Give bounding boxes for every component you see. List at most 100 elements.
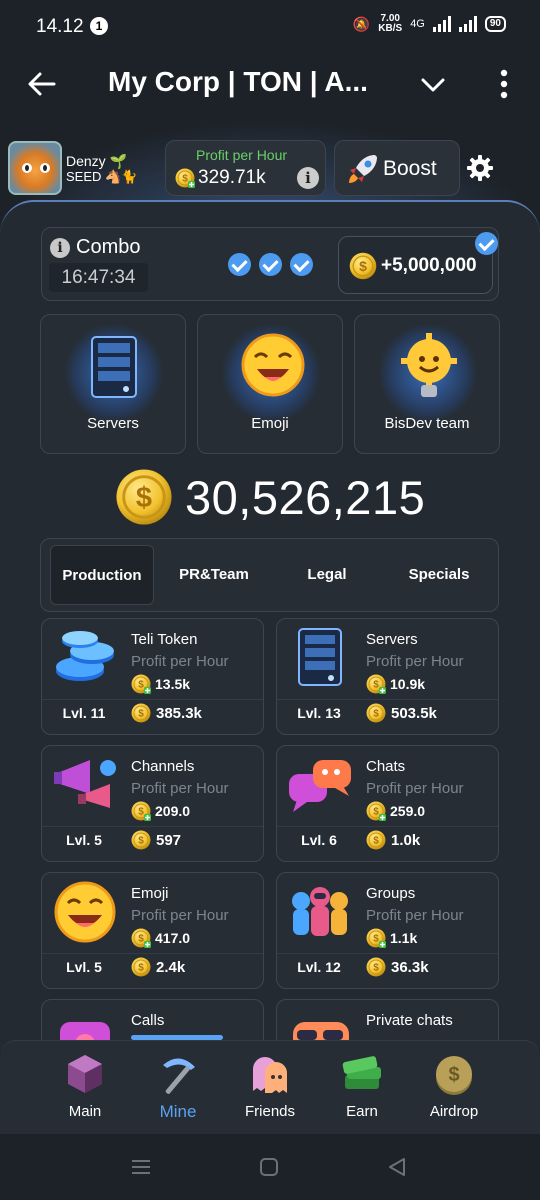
upgrade-cost-value: 2.4k (156, 958, 186, 976)
upgrade-cost-value: 36.3k (391, 958, 429, 976)
nav-main[interactable]: Main (40, 1047, 130, 1129)
combo-card-label: Servers (87, 415, 139, 432)
upgrade-profit: 209.0 (131, 801, 190, 821)
upgrade-card-teli-token[interactable]: Teli Token Profit per Hour 13.5k Lvl. 11… (41, 618, 264, 735)
upgrade-profit-value: 13.5k (155, 676, 191, 692)
coin-icon (366, 801, 386, 821)
upgrade-cost-value: 385.3k (156, 704, 202, 722)
tab-production[interactable]: Production (50, 545, 154, 605)
upgrade-profit: 417.0 (131, 928, 190, 948)
network-speed: 7.00 KB/S (378, 14, 402, 34)
screen: 14.12 1 🔕 7.00 KB/S 4G 90 My Corp | TON |… (0, 0, 540, 1200)
combo-reward: +5,000,000 (338, 232, 498, 294)
upgrade-card-groups[interactable]: Groups Profit per Hour 1.1k Lvl. 12 36.3… (276, 872, 499, 989)
coin-icon (349, 252, 377, 280)
upgrade-name: Calls (131, 1012, 165, 1029)
combo-card-label: BisDev team (384, 415, 470, 432)
network-type: 4G (410, 18, 425, 30)
combo-cards: Servers Emoji BisDev team (40, 314, 500, 454)
upgrade-name: Groups (366, 885, 416, 902)
daily-combo[interactable]: i Combo 16:47:34 +5,000,000 (41, 227, 499, 301)
upgrade-name: Chats (366, 758, 406, 775)
user-level: SEED 🐴🐈 (66, 169, 138, 184)
upgrade-profit-value: 10.9k (390, 676, 426, 692)
nav-mine[interactable]: Mine (133, 1047, 223, 1129)
bell-muted-icon: 🔕 (352, 15, 371, 32)
check-icon (290, 253, 313, 276)
coin-icon (131, 928, 151, 948)
combo-card-servers[interactable]: Servers (40, 314, 186, 454)
nav-label: Main (68, 1103, 102, 1120)
token-stack-icon (56, 631, 114, 681)
upgrade-subtitle: Profit per Hour (131, 780, 229, 797)
back-arrow-icon[interactable] (26, 68, 58, 100)
upgrade-level: Lvl. 11 (62, 705, 106, 721)
money-stack-icon (342, 1056, 381, 1089)
notification-count-badge: 1 (90, 17, 108, 35)
info-icon[interactable]: i (297, 167, 319, 189)
tab-pr-team[interactable]: PR&Team (166, 545, 262, 605)
balance-value: 30,526,215 (185, 470, 426, 524)
upgrade-profit-value: 209.0 (155, 803, 191, 819)
status-bar: 14.12 1 🔕 7.00 KB/S 4G 90 (0, 0, 540, 54)
battery-icon: 90 (484, 16, 506, 32)
upgrade-level: Lvl. 5 (66, 832, 102, 848)
chevron-down-icon[interactable] (418, 70, 448, 100)
upgrade-card-servers[interactable]: Servers Profit per Hour 10.9k Lvl. 13 50… (276, 618, 499, 735)
upgrade-name: Teli Token (131, 631, 198, 648)
upgrade-cost-value: 597 (156, 831, 182, 849)
coin-icon (131, 830, 151, 850)
user-name: Denzy 🌱 (66, 153, 128, 169)
cube-icon (68, 1055, 102, 1093)
chat-bubbles-icon (289, 760, 351, 812)
coin-icon (366, 928, 386, 948)
svg-text:$: $ (448, 1064, 459, 1086)
upgrade-cost: 2.4k (131, 957, 185, 977)
boost-button[interactable]: Boost (334, 140, 460, 196)
upgrade-subtitle: Profit per Hour (366, 653, 464, 670)
back-triangle-icon[interactable] (386, 1156, 408, 1178)
upgrade-profit-value: 1.1k (390, 930, 418, 946)
upgrade-name: Emoji (131, 885, 169, 902)
coin-icon: $ (436, 1056, 472, 1095)
upgrade-profit-value: 259.0 (390, 803, 426, 819)
combo-card-emoji[interactable]: Emoji (197, 314, 343, 454)
ghost-friends-icon (253, 1057, 287, 1093)
nav-airdrop[interactable]: $ Airdrop (409, 1047, 499, 1129)
tab-legal[interactable]: Legal (285, 545, 369, 605)
coin-icon (366, 674, 386, 694)
upgrade-profit-value: 417.0 (155, 930, 191, 946)
boost-label: Boost (383, 157, 437, 180)
check-icon (259, 253, 282, 276)
gear-icon[interactable] (466, 154, 494, 182)
bottom-nav: Main Mine Friends Earn $ Airdrop (0, 1040, 540, 1134)
combo-timer: 16:47:34 (49, 263, 148, 292)
recent-apps-icon[interactable] (130, 1158, 152, 1176)
upgrade-cost: 503.5k (366, 703, 437, 723)
avatar[interactable] (8, 141, 62, 195)
upgrade-profit: 1.1k (366, 928, 417, 948)
info-icon[interactable]: i (50, 238, 70, 258)
nav-friends[interactable]: Friends (225, 1047, 315, 1129)
coin-icon (131, 957, 151, 977)
check-icon (475, 232, 498, 255)
server-rack-icon (298, 628, 342, 686)
coin-icon (131, 703, 151, 723)
upgrade-card-chats[interactable]: Chats Profit per Hour 259.0 Lvl. 6 1.0k (276, 745, 499, 862)
lightbulb-gear-icon (401, 333, 457, 397)
combo-card-bisdev-team[interactable]: BisDev team (354, 314, 500, 454)
upgrade-card-channels[interactable]: Channels Profit per Hour 209.0 Lvl. 5 59… (41, 745, 264, 862)
upgrade-cost: 597 (131, 830, 181, 850)
upgrade-profit: 13.5k (131, 674, 190, 694)
nav-label: Friends (244, 1103, 296, 1120)
upgrade-level: Lvl. 13 (297, 705, 341, 721)
upgrade-card-emoji[interactable]: Emoji Profit per Hour 417.0 Lvl. 5 2.4k (41, 872, 264, 989)
check-icon (228, 253, 251, 276)
upgrade-name: Servers (366, 631, 418, 648)
speed-unit: KB/S (378, 23, 403, 34)
profit-per-hour-label: Profit per Hour (196, 147, 288, 163)
home-icon[interactable] (259, 1157, 279, 1177)
nav-earn[interactable]: Earn (317, 1047, 407, 1129)
tab-specials[interactable]: Specials (391, 545, 487, 605)
more-vert-icon[interactable] (492, 68, 516, 100)
